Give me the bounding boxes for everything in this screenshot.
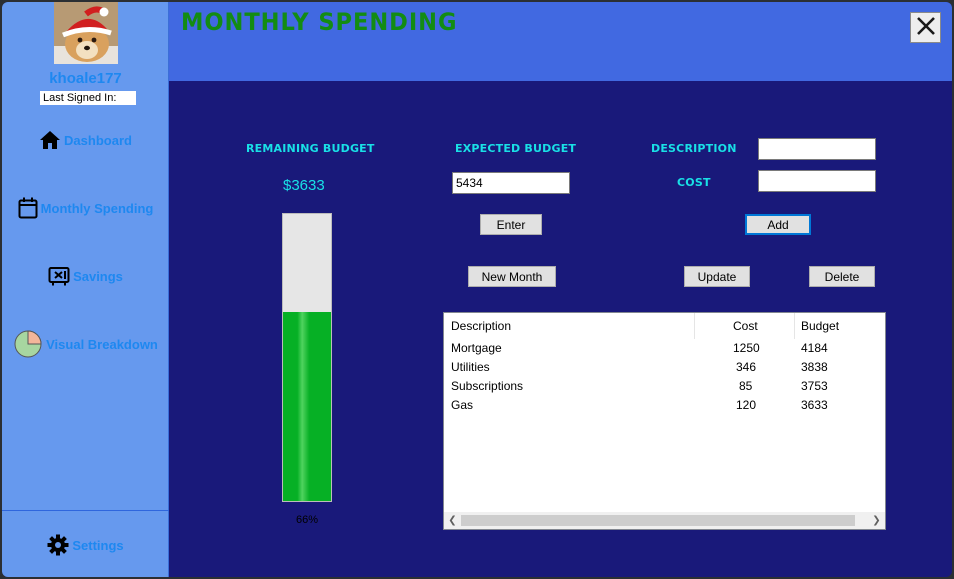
- nav-item-savings[interactable]: Savings: [2, 259, 169, 293]
- settings-area: Settings: [2, 510, 169, 577]
- cell-budget: 3838: [801, 360, 828, 374]
- nav-label-savings: Savings: [73, 268, 123, 284]
- cell-description: Mortgage: [451, 341, 502, 355]
- expected-budget-input[interactable]: [452, 172, 570, 194]
- add-button[interactable]: Add: [745, 214, 811, 235]
- home-icon: [39, 130, 61, 150]
- username: khoale177: [49, 70, 122, 87]
- enter-button[interactable]: Enter: [480, 214, 542, 235]
- scroll-left-icon[interactable]: ❮: [444, 512, 461, 529]
- horizontal-scrollbar[interactable]: ❮ ❯: [444, 512, 885, 529]
- remaining-budget-value: $3633: [283, 177, 325, 194]
- cost-input[interactable]: [758, 170, 876, 192]
- nav-item-dashboard[interactable]: Dashboard: [2, 123, 169, 157]
- description-input[interactable]: [758, 138, 876, 160]
- list-header: Description Cost Budget: [444, 313, 885, 339]
- nav-item-visual-breakdown[interactable]: Visual Breakdown: [2, 327, 169, 361]
- pie-chart-icon: [13, 329, 43, 359]
- delete-button[interactable]: Delete: [809, 266, 875, 287]
- cell-cost: 346: [736, 360, 757, 374]
- cell-cost: 85: [739, 379, 753, 393]
- avatar: [54, 2, 118, 64]
- cell-budget: 3633: [801, 398, 828, 412]
- cell-budget: 3753: [801, 379, 828, 393]
- budget-progress-fill: [283, 311, 331, 501]
- column-header-budget[interactable]: Budget: [795, 313, 887, 339]
- last-signed-in-label: Last Signed In:: [40, 91, 136, 105]
- gear-icon: [47, 534, 69, 556]
- close-icon: [916, 16, 936, 40]
- spending-list[interactable]: Description Cost Budget Mortgage 1250 41…: [443, 312, 886, 530]
- nav-item-settings[interactable]: Settings: [2, 528, 169, 562]
- app-window: khoale177 Last Signed In: Dashboard Mont…: [2, 2, 952, 577]
- cell-description: Utilities: [451, 360, 490, 374]
- cell-description: Gas: [451, 398, 474, 412]
- nav-label-monthly-spending: Monthly Spending: [40, 200, 154, 216]
- table-row[interactable]: Mortgage 1250 4184: [444, 339, 885, 358]
- header: Monthly Spending: [169, 2, 952, 81]
- sidebar: khoale177 Last Signed In: Dashboard Mont…: [2, 2, 169, 577]
- cell-cost: 1250: [733, 341, 760, 355]
- nav-label-visual-breakdown: Visual Breakdown: [46, 336, 158, 352]
- column-header-description[interactable]: Description: [444, 313, 695, 339]
- scroll-right-icon[interactable]: ❯: [868, 512, 885, 529]
- safe-icon: [48, 266, 70, 286]
- expected-budget-label: Expected Budget: [455, 142, 577, 155]
- nav-label-settings: Settings: [72, 537, 124, 553]
- column-header-cost[interactable]: Cost: [695, 313, 795, 339]
- cell-budget: 4184: [801, 341, 828, 355]
- close-button[interactable]: [910, 12, 941, 43]
- table-row[interactable]: Utilities 346 3838: [444, 358, 885, 377]
- update-button[interactable]: Update: [684, 266, 750, 287]
- table-row[interactable]: Gas 120 3633: [444, 396, 885, 415]
- remaining-budget-label: Remaining Budget: [246, 142, 375, 155]
- cell-cost: 120: [736, 398, 757, 412]
- budget-progress-bar: [282, 213, 332, 502]
- calendar-icon: [18, 197, 38, 219]
- cell-description: Subscriptions: [451, 379, 524, 393]
- page-title: Monthly Spending: [181, 8, 458, 36]
- description-label: Description: [651, 142, 737, 155]
- cost-label: Cost: [677, 176, 711, 189]
- scrollbar-thumb[interactable]: [461, 515, 855, 526]
- new-month-button[interactable]: New Month: [468, 266, 556, 287]
- budget-progress-percent: 66%: [295, 514, 319, 526]
- nav-label-dashboard: Dashboard: [64, 132, 132, 148]
- nav-item-monthly-spending[interactable]: Monthly Spending: [2, 191, 169, 225]
- table-row[interactable]: Subscriptions 85 3753: [444, 377, 885, 396]
